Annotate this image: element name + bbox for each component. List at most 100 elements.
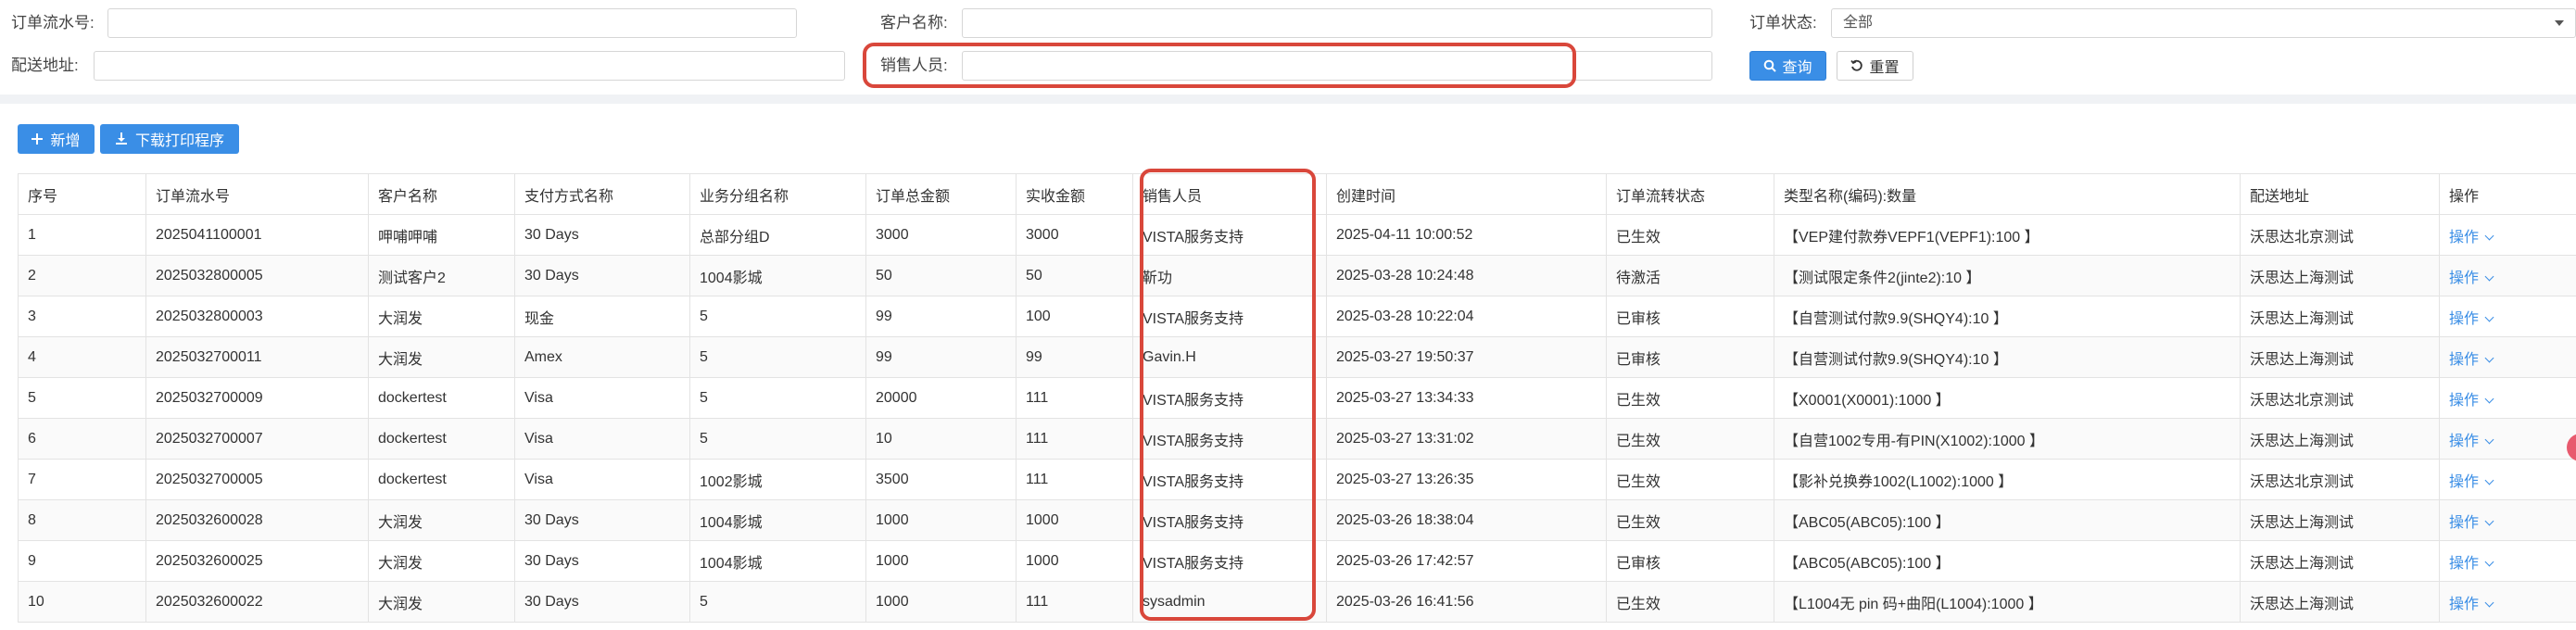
row-action-menu[interactable]: 操作 [2439,581,2576,623]
chevron-down-icon[interactable] [2484,598,2494,607]
table-cell: 2025-03-28 10:24:48 [1326,255,1607,296]
download-print-button-label: 下载打印程序 [134,133,224,149]
table-cell: dockertest [368,377,515,419]
table-cell: 2025032600022 [145,581,369,623]
table-cell: 3000 [1016,214,1133,256]
table-cell: 99 [865,296,1017,337]
row-action-menu[interactable]: 操作 [2439,296,2576,337]
table-cell: 沃思达上海测试 [2240,336,2440,378]
search-icon [1764,59,1777,72]
table-cell: Gavin.H [1132,336,1327,378]
add-button[interactable]: 新增 [18,124,95,154]
row-action-label[interactable]: 操作 [2449,597,2479,612]
plus-icon [32,133,44,145]
table-cell: 2025032700007 [145,418,369,460]
column-header: 序号 [18,173,146,215]
table-cell: 大润发 [368,336,515,378]
table-cell: 8 [18,499,146,541]
row-action-label[interactable]: 操作 [2449,515,2479,531]
chevron-down-icon[interactable] [2484,516,2494,525]
chevron-down-icon[interactable] [2484,271,2494,281]
chevron-down-icon[interactable] [2484,394,2494,403]
table-cell: 沃思达北京测试 [2240,377,2440,419]
table-row: 10 2025032600022 大润发 30 Days 5 1000 111 sysadmi… [18,581,2576,623]
chevron-down-icon[interactable] [2484,312,2494,321]
customer-input[interactable] [962,8,1712,38]
table-cell: 大润发 [368,296,515,337]
query-button[interactable]: 查询 [1749,51,1826,81]
table-cell: 2025032700011 [145,336,369,378]
table-cell: dockertest [368,459,515,500]
chevron-down-icon[interactable] [2484,353,2494,362]
table-cell: 2025-03-26 18:38:04 [1326,499,1607,541]
chevron-down-icon[interactable] [2484,231,2494,240]
table-row: 3 2025032800003 大润发 现金 5 99 100 VISTA服务支持 2025-0… [18,296,2576,337]
row-action-menu[interactable]: 操作 [2439,255,2576,296]
row-action-label[interactable]: 操作 [2449,311,2479,327]
table-cell: 大润发 [368,540,515,582]
column-header: 创建时间 [1326,173,1607,215]
download-print-button[interactable]: 下载打印程序 [100,124,239,154]
status-label: 订单状态: [1749,14,1817,32]
table-cell: 沃思达上海测试 [2240,581,2440,623]
reset-button-label: 重置 [1869,60,1900,76]
row-action-label[interactable]: 操作 [2449,393,2479,409]
table-cell: 2 [18,255,146,296]
table-cell: 50 [1016,255,1133,296]
order-no-input[interactable] [107,8,797,38]
row-action-label[interactable]: 操作 [2449,474,2479,490]
column-header: 配送地址 [2240,173,2440,215]
section-divider [0,94,2576,104]
address-input[interactable] [94,51,845,81]
reset-button[interactable]: 重置 [1837,51,1913,81]
column-header: 订单总金额 [865,173,1017,215]
table-cell: 3000 [865,214,1017,256]
table-cell: 50 [865,255,1017,296]
table-cell: 1000 [865,540,1017,582]
table-cell: 2025032600025 [145,540,369,582]
table-cell: 111 [1016,377,1133,419]
table-row: 2 2025032800005 测试客户2 30 Days 1004影城 50 50 靳功 20… [18,255,2576,296]
row-action-label[interactable]: 操作 [2449,434,2479,449]
table-cell: 2025041100001 [145,214,369,256]
chevron-down-icon[interactable] [2484,435,2494,444]
table-cell: Visa [514,377,690,419]
chevron-down-icon[interactable] [2484,557,2494,566]
status-select[interactable]: 全部 [1831,8,2576,38]
table-cell: 已生效 [1606,377,1774,419]
column-header: 客户名称 [368,173,515,215]
row-action-menu[interactable]: 操作 [2439,418,2576,460]
table-cell: 【X0001(X0001):1000 】 [1774,377,2241,419]
sales-input[interactable] [962,51,1712,81]
row-action-menu[interactable]: 操作 [2439,499,2576,541]
table-cell: 【影补兑换券1002(L1002):1000 】 [1774,459,2241,500]
table-cell: 已审核 [1606,336,1774,378]
order-management-page: 订单流水号: 客户名称: 订单状态: 全部 配送地址: 销售人员: 查询 重置 … [0,0,2576,630]
row-action-label[interactable]: 操作 [2449,271,2479,286]
chevron-down-icon[interactable] [2484,475,2494,485]
table-cell: 30 Days [514,581,690,623]
table-cell: VISTA服务支持 [1132,459,1327,500]
table-cell: 3500 [865,459,1017,500]
row-action-menu[interactable]: 操作 [2439,214,2576,256]
undo-icon [1850,59,1863,71]
table-cell: 5 [689,336,866,378]
row-action-menu[interactable]: 操作 [2439,336,2576,378]
row-action-menu[interactable]: 操作 [2439,459,2576,500]
table-cell: 1004影城 [689,499,866,541]
table-cell: 2025032800003 [145,296,369,337]
row-action-menu[interactable]: 操作 [2439,540,2576,582]
row-action-label[interactable]: 操作 [2449,352,2479,368]
table-cell: 现金 [514,296,690,337]
table-cell: 【L1004无 pin 码+曲阳(L1004):1000 】 [1774,581,2241,623]
table-cell: 沃思达上海测试 [2240,255,2440,296]
order-no-label: 订单流水号: [11,14,95,32]
row-action-menu[interactable]: 操作 [2439,377,2576,419]
table-cell: 沃思达北京测试 [2240,214,2440,256]
table-cell: 30 Days [514,214,690,256]
table-cell: VISTA服务支持 [1132,296,1327,337]
row-action-label[interactable]: 操作 [2449,556,2479,572]
table-cell: 大润发 [368,499,515,541]
row-action-label[interactable]: 操作 [2449,230,2479,246]
table-cell: 20000 [865,377,1017,419]
